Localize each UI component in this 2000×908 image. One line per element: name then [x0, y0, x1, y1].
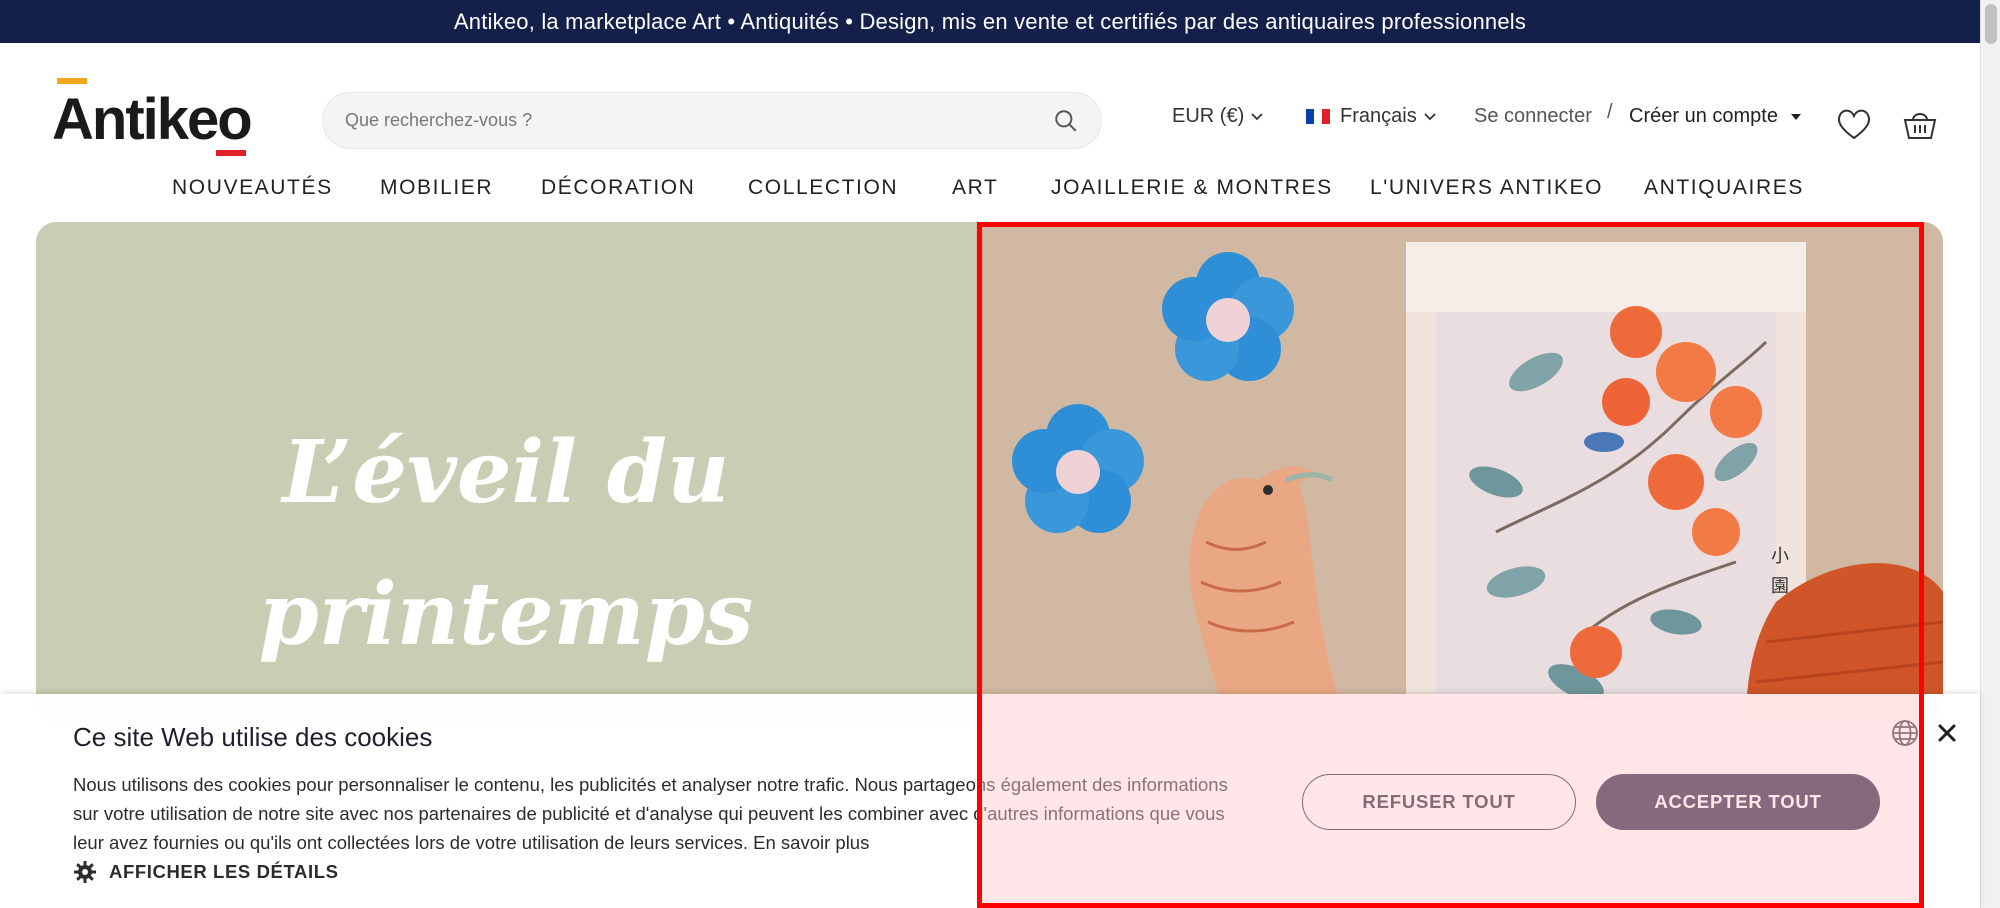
nav-item-art[interactable]: ART	[952, 172, 998, 204]
page-scrollbar[interactable]	[1980, 0, 2000, 908]
nav-item-nouveautes[interactable]: NOUVEAUTÉS	[172, 172, 333, 204]
hero-image: 小 園	[976, 222, 1943, 722]
cookie-description: Nous utilisons des cookies pour personna…	[73, 770, 1233, 857]
cookie-details-label: AFFICHER LES DÉTAILS	[109, 861, 339, 882]
gear-icon	[74, 861, 96, 883]
login-label: Se connecter	[1474, 105, 1592, 127]
basket-icon[interactable]	[1900, 104, 1940, 144]
cookie-title: Ce site Web utilise des cookies	[73, 722, 433, 752]
language-label: Français	[1340, 105, 1417, 127]
france-flag-icon	[1306, 109, 1330, 124]
page: Antikeo, la marketplace Art • Antiquités…	[0, 0, 2000, 908]
hero-illustration: 小 園	[1012, 242, 1943, 722]
close-icon[interactable]	[1932, 718, 1962, 748]
hero-title-line1: L’éveil du	[282, 422, 730, 523]
refuse-all-label: REFUSER TOUT	[1362, 791, 1516, 812]
top-banner-text: Antikeo, la marketplace Art • Antiquités…	[453, 8, 1527, 34]
nav-item-joaillerie[interactable]: JOAILLERIE & MONTRES	[1051, 172, 1333, 204]
register-link[interactable]: Créer un compte	[1629, 105, 1802, 128]
search-icon[interactable]	[1053, 108, 1079, 134]
accept-all-button[interactable]: ACCEPTER TOUT	[1596, 774, 1880, 830]
nav-item-univers[interactable]: L'UNIVERS ANTIKEO	[1370, 172, 1603, 204]
currency-label: EUR (€)	[1172, 105, 1245, 127]
chevron-down-icon	[1251, 112, 1263, 120]
refuse-all-button[interactable]: REFUSER TOUT	[1302, 774, 1576, 830]
svg-text:小: 小	[1771, 546, 1789, 567]
svg-text:園: 園	[1771, 576, 1789, 597]
accept-all-label: ACCEPTER TOUT	[1654, 791, 1822, 812]
logo-accent-top	[57, 78, 87, 84]
hero-title: L’éveil du printemps	[36, 402, 976, 686]
search-input[interactable]	[345, 110, 1053, 131]
nav-item-collection[interactable]: COLLECTION	[748, 172, 898, 204]
search-bar	[322, 92, 1102, 149]
register-label: Créer un compte	[1629, 105, 1778, 127]
heart-icon[interactable]	[1834, 104, 1874, 144]
cookie-text: Nous utilisons des cookies pour personna…	[73, 774, 1228, 853]
login-link[interactable]: Se connecter	[1474, 105, 1592, 128]
hero-banner[interactable]: L’éveil du printemps 小 園	[36, 222, 1943, 722]
nav-item-antiquaires[interactable]: ANTIQUAIRES	[1644, 172, 1804, 204]
scrollbar-thumb[interactable]	[1985, 4, 1997, 44]
caret-down-icon	[1790, 113, 1801, 120]
chevron-down-icon	[1424, 112, 1436, 120]
globe-icon[interactable]	[1890, 718, 1920, 748]
cookie-learn-more-link[interactable]: En savoir plus	[753, 832, 869, 853]
hero-title-line2: printemps	[258, 564, 754, 665]
logo-text: Antikeo	[52, 87, 253, 152]
nav-item-decoration[interactable]: DÉCORATION	[541, 172, 695, 204]
auth-separator: /	[1607, 101, 1613, 124]
cookie-show-details[interactable]: AFFICHER LES DÉTAILS	[73, 860, 339, 884]
separator-label: /	[1607, 101, 1613, 123]
nav-item-mobilier[interactable]: MOBILIER	[380, 172, 493, 204]
logo-accent-bottom	[216, 150, 246, 156]
top-banner: Antikeo, la marketplace Art • Antiquités…	[0, 0, 1980, 43]
language-selector[interactable]: Français	[1306, 105, 1437, 128]
currency-selector[interactable]: EUR (€)	[1172, 105, 1264, 128]
antikeo-logo[interactable]: Antikeo	[52, 78, 253, 158]
